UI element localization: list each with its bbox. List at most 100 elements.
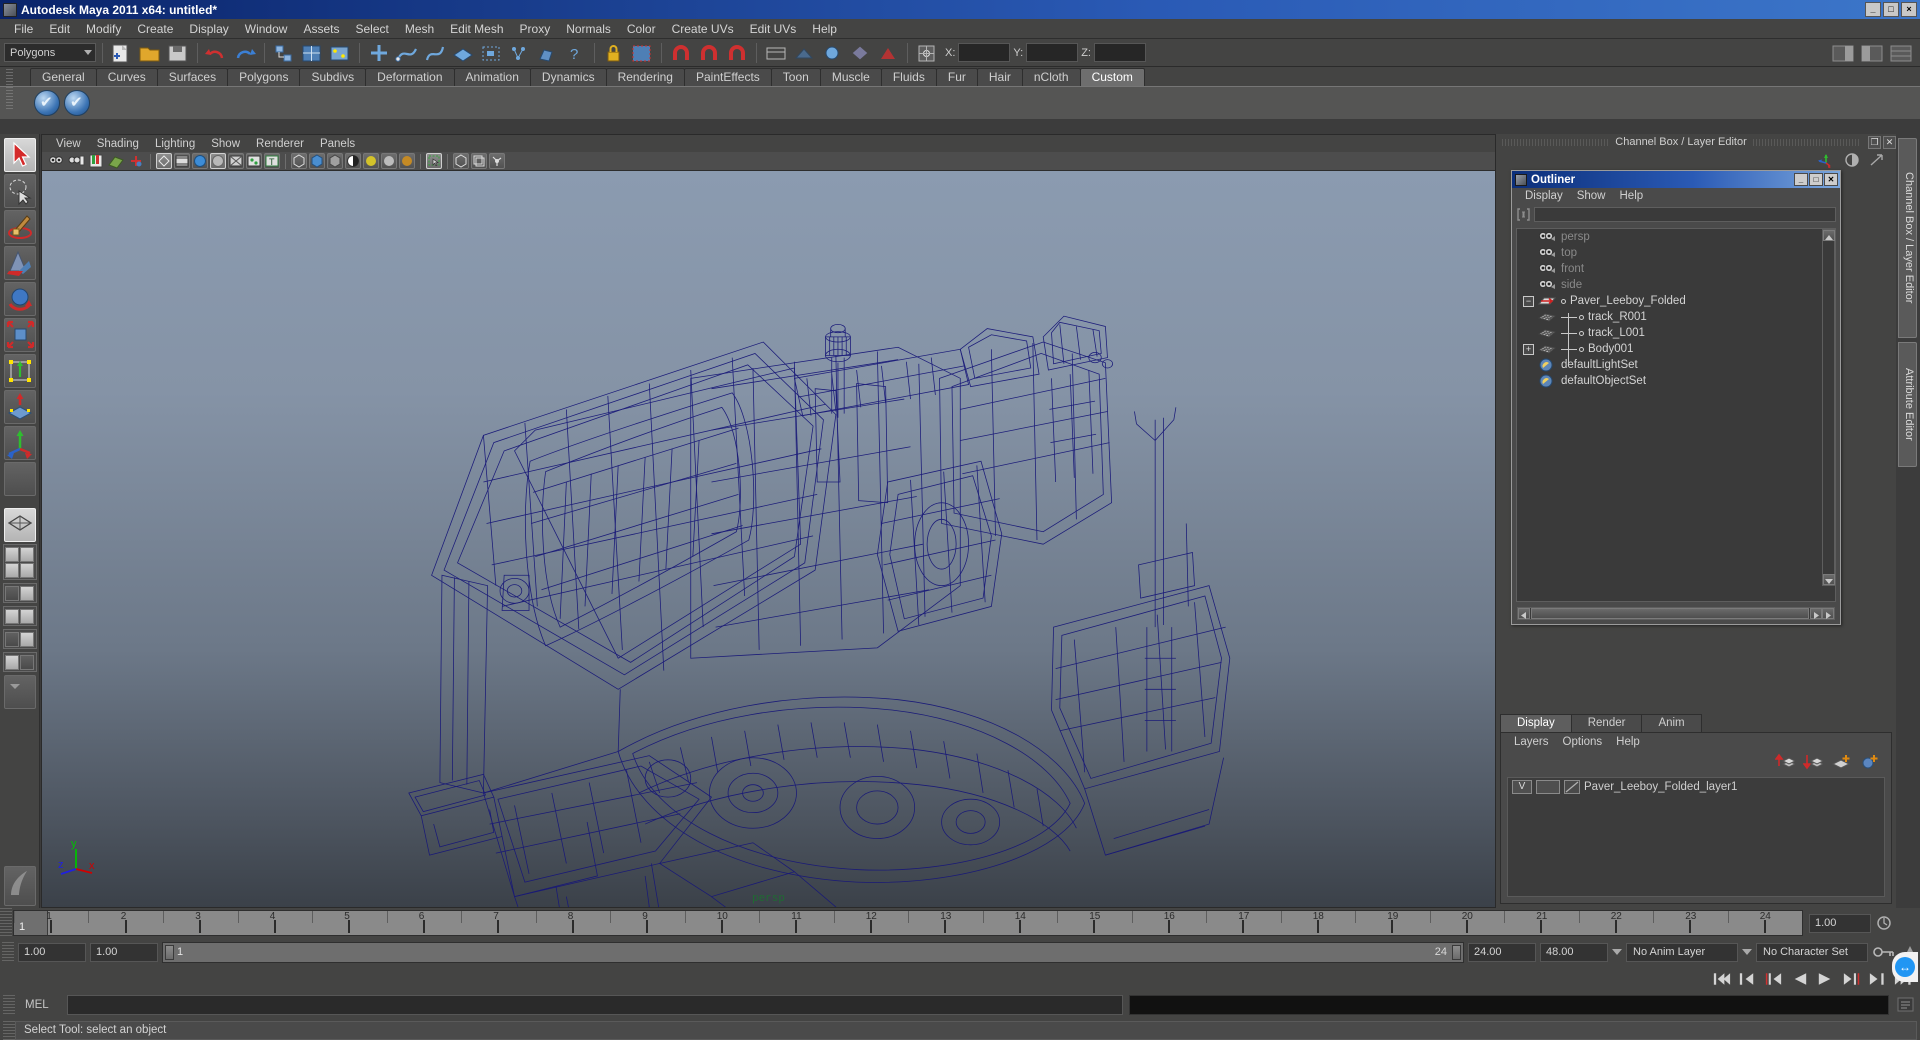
outliner-row[interactable]: defaultLightSet bbox=[1517, 357, 1835, 373]
dock-drag-handle[interactable] bbox=[1752, 138, 1860, 146]
shelf-tab-curves[interactable]: Curves bbox=[95, 68, 158, 86]
shelf-tab-muscle[interactable]: Muscle bbox=[819, 68, 882, 86]
menu-item-color[interactable]: Color bbox=[619, 20, 664, 38]
shelf-tab-toon[interactable]: Toon bbox=[770, 68, 821, 86]
outliner-minimize-button[interactable]: _ bbox=[1794, 173, 1808, 186]
outliner-filter-icon[interactable] bbox=[1516, 207, 1531, 222]
go-to-start-button[interactable] bbox=[1711, 970, 1732, 988]
two-d-pan-zoom-icon[interactable] bbox=[127, 153, 145, 169]
undo-icon[interactable] bbox=[204, 42, 230, 64]
snap-to-point-icon[interactable] bbox=[422, 42, 448, 64]
viewport-menu-renderer[interactable]: Renderer bbox=[248, 137, 312, 151]
shelf-tab-ncloth[interactable]: nCloth bbox=[1021, 68, 1081, 86]
isolate-select-icon[interactable] bbox=[763, 42, 789, 64]
menu-item-create-uvs[interactable]: Create UVs bbox=[664, 20, 742, 38]
close-button[interactable]: × bbox=[1901, 2, 1917, 17]
paint-selection-tool[interactable] bbox=[3, 210, 36, 244]
select-by-object-icon[interactable] bbox=[299, 42, 325, 64]
viewport-menu-shading[interactable]: Shading bbox=[89, 137, 147, 151]
use-all-lights-icon[interactable] bbox=[309, 153, 325, 169]
layer-row[interactable]: V Paver_Leeboy_Folded_layer1 bbox=[1508, 778, 1884, 794]
scroll-left-button[interactable] bbox=[1518, 608, 1530, 619]
layer-menu-help[interactable]: Help bbox=[1609, 735, 1647, 749]
layer-menu-layers[interactable]: Layers bbox=[1507, 735, 1556, 749]
current-time-field[interactable]: 1.00 bbox=[1809, 913, 1871, 933]
move-layer-up-icon[interactable] bbox=[1775, 753, 1795, 770]
occlusion-icon[interactable] bbox=[345, 153, 361, 169]
empty-tool-slot[interactable] bbox=[3, 462, 36, 496]
scroll-down-button[interactable] bbox=[1823, 574, 1835, 585]
light-orange-icon[interactable] bbox=[399, 153, 415, 169]
move-layer-down-icon[interactable] bbox=[1803, 753, 1823, 770]
dock-drag-handle[interactable] bbox=[1502, 138, 1610, 146]
light-grey-icon[interactable] bbox=[381, 153, 397, 169]
menu-item-edit[interactable]: Edit bbox=[41, 20, 78, 38]
universal-manipulator-tool[interactable] bbox=[3, 354, 36, 388]
layer-tab-render[interactable]: Render bbox=[1570, 714, 1643, 732]
script-editor-icon[interactable] bbox=[1895, 995, 1917, 1015]
snap-to-live-object-icon[interactable] bbox=[478, 42, 504, 64]
layout-single-perspective-view[interactable] bbox=[3, 508, 36, 542]
scroll-up-button[interactable] bbox=[1823, 230, 1835, 241]
outliner-tree[interactable]: persp top front side − Paver_Leeboy_Folded tra… bbox=[1516, 228, 1836, 602]
step-back-key-button[interactable] bbox=[1763, 970, 1784, 988]
range-end-grip[interactable] bbox=[1452, 944, 1461, 960]
expand-icon[interactable]: + bbox=[1523, 343, 1534, 355]
range-start-field[interactable]: 1.00 bbox=[18, 942, 86, 962]
rotate-tool[interactable] bbox=[3, 282, 36, 316]
anim-layer-dropdown[interactable]: No Anim Layer bbox=[1626, 942, 1738, 962]
shade-options-icon[interactable] bbox=[210, 153, 226, 169]
shelf-tab-subdivs[interactable]: Subdivs bbox=[299, 68, 367, 86]
xray-joints-icon[interactable] bbox=[489, 153, 505, 169]
menu-item-normals[interactable]: Normals bbox=[558, 20, 619, 38]
viewport-menu-show[interactable]: Show bbox=[203, 137, 248, 151]
step-forward-frame-button[interactable] bbox=[1867, 970, 1888, 988]
maximize-button[interactable]: □ bbox=[1883, 2, 1899, 17]
character-set-dropdown[interactable]: No Character Set bbox=[1756, 942, 1868, 962]
shelf-tab-dynamics[interactable]: Dynamics bbox=[529, 68, 607, 86]
command-input[interactable] bbox=[67, 995, 1123, 1015]
snap-to-view-plane-icon[interactable] bbox=[450, 42, 476, 64]
viewport-menu-view[interactable]: View bbox=[48, 137, 89, 151]
show-attribute-editor-icon[interactable] bbox=[1830, 42, 1856, 64]
range-end-field[interactable]: 24.00 bbox=[1468, 942, 1536, 962]
shelf-tab-rendering[interactable]: Rendering bbox=[605, 68, 685, 86]
outliner-row[interactable]: top bbox=[1517, 245, 1835, 261]
outliner-menu-display[interactable]: Display bbox=[1518, 189, 1570, 203]
wireframe-shading-icon[interactable] bbox=[156, 153, 172, 169]
half-circle-icon[interactable] bbox=[1843, 152, 1861, 168]
current-time-indicator[interactable]: 1 bbox=[14, 911, 48, 935]
magnet-x-icon[interactable] bbox=[668, 42, 694, 64]
poly-count-icon[interactable] bbox=[875, 42, 901, 64]
shelf-tab-surfaces[interactable]: Surfaces bbox=[156, 68, 229, 86]
shelf-tab-fur[interactable]: Fur bbox=[935, 68, 978, 86]
diagonal-arrow-icon[interactable] bbox=[1868, 152, 1886, 168]
layer-tab-anim[interactable]: Anim bbox=[1641, 714, 1702, 732]
lasso-select-tool[interactable] bbox=[3, 174, 36, 208]
step-forward-key-button[interactable] bbox=[1841, 970, 1862, 988]
menu-item-window[interactable]: Window bbox=[237, 20, 296, 38]
select-tool[interactable] bbox=[3, 138, 36, 172]
menu-item-display[interactable]: Display bbox=[181, 20, 236, 38]
manipulator-axis-icon[interactable] bbox=[1816, 152, 1836, 168]
construction-history-icon[interactable] bbox=[506, 42, 532, 64]
shelf-tab-polygons[interactable]: Polygons bbox=[227, 68, 301, 86]
new-layer-icon[interactable] bbox=[1831, 753, 1851, 770]
coord-x-input[interactable] bbox=[958, 43, 1011, 62]
hardware-texturing-icon[interactable] bbox=[246, 153, 262, 169]
bookmark-icon[interactable] bbox=[87, 153, 105, 169]
time-slider-drag-rail[interactable] bbox=[0, 908, 12, 938]
snap-to-grid-icon[interactable] bbox=[366, 42, 392, 64]
menu-item-proxy[interactable]: Proxy bbox=[512, 20, 559, 38]
outliner-row[interactable]: persp bbox=[1517, 229, 1835, 245]
menu-item-assets[interactable]: Assets bbox=[295, 20, 347, 38]
more-layouts-button[interactable] bbox=[3, 675, 36, 709]
outliner-titlebar[interactable]: Outliner _ □ ✕ bbox=[1512, 171, 1840, 188]
time-slider[interactable]: 1 1 2 3 4 5 6 7 8 9 10 11 12 13 14 15 16 17 18 19 20 21 22 23 2… bbox=[13, 910, 1803, 936]
menu-item-file[interactable]: File bbox=[6, 20, 41, 38]
redo-icon[interactable] bbox=[232, 42, 258, 64]
outliner-row[interactable]: front bbox=[1517, 261, 1835, 277]
perspective-viewport[interactable]: y x z persp bbox=[42, 171, 1495, 907]
collapse-icon[interactable]: − bbox=[1523, 295, 1534, 307]
shelf-tab-general[interactable]: General bbox=[30, 68, 97, 86]
